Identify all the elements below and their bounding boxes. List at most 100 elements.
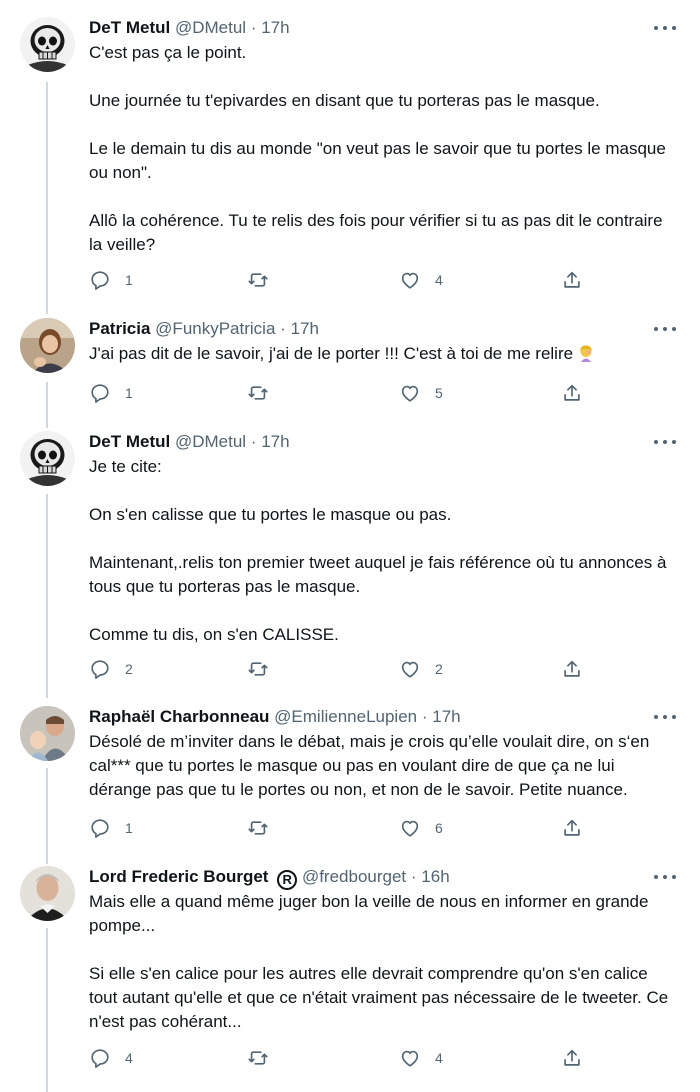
tweet-header: Patricia @FunkyPatricia · 17h [89, 318, 319, 340]
tweet-header: Lord Frederic Bourget R @fredbourget · 1… [89, 866, 450, 890]
author-name[interactable]: DeT Metul [89, 18, 170, 37]
share-button[interactable] [561, 381, 583, 405]
timestamp[interactable]: 17h [291, 319, 319, 338]
like-count: 2 [435, 661, 443, 677]
reply-count: 2 [125, 661, 133, 677]
reply-button[interactable]: 1 [89, 268, 133, 292]
tweet-paragraph: Une journée tu t'epivardes en disant que… [89, 91, 600, 110]
reply-button[interactable]: 1 [89, 381, 133, 405]
reply-count: 4 [125, 1050, 133, 1066]
share-button[interactable] [561, 657, 583, 681]
retweet-icon [248, 662, 268, 676]
tweet-text: C'est pas ça le point. Une journée tu t'… [89, 41, 679, 257]
timestamp[interactable]: 17h [261, 432, 289, 451]
retweet-icon [248, 821, 268, 835]
woman-facepalming-emoji [580, 345, 592, 362]
author-handle[interactable]: @fredbourget [302, 867, 406, 886]
separator-dot: · [250, 432, 257, 451]
reply-button[interactable]: 1 [89, 816, 133, 840]
tweet-text: Désolé de m’inviter dans le débat, mais … [89, 730, 679, 802]
retweet-icon [248, 273, 268, 287]
author-name[interactable]: Lord Frederic Bourget [89, 867, 268, 886]
author-handle[interactable]: @EmilienneLupien [274, 707, 417, 726]
author-name[interactable]: Raphaël Charbonneau [89, 707, 269, 726]
separator-dot: · [280, 319, 286, 338]
timestamp[interactable]: 17h [261, 18, 289, 37]
tweet-header: DeT Metul @DMetul · 17h [89, 431, 290, 453]
tweet-header: Raphaël Charbonneau @EmilienneLupien · 1… [89, 706, 461, 728]
share-button[interactable] [561, 268, 583, 292]
author-handle[interactable]: @DMetul [175, 18, 246, 37]
timestamp[interactable]: 16h [421, 867, 449, 886]
like-button[interactable]: 5 [399, 381, 443, 405]
like-count: 6 [435, 820, 443, 836]
retweet-button[interactable] [247, 381, 283, 405]
reply-icon [91, 384, 109, 403]
like-button[interactable]: 4 [399, 268, 443, 292]
reply-icon [91, 1049, 109, 1068]
tweet-paragraph: Comme tu dis, on s'en CALISSE. [89, 625, 339, 644]
share-icon [564, 819, 580, 836]
like-button[interactable]: 6 [399, 816, 443, 840]
heart-icon [401, 385, 419, 402]
tweet-text: Je te cite: On s'en calisse que tu porte… [89, 455, 679, 647]
skull-avatar[interactable] [20, 17, 75, 72]
reply-button[interactable]: 4 [89, 1046, 133, 1070]
tweet-paragraph: On s'en calisse que tu portes le masque … [89, 505, 452, 524]
separator-dot: · [410, 867, 417, 886]
retweet-button[interactable] [247, 816, 283, 840]
more-options-icon[interactable] [654, 710, 676, 724]
author-name[interactable]: Patricia [89, 319, 150, 338]
skull-avatar[interactable] [20, 431, 75, 486]
like-count: 5 [435, 385, 443, 401]
share-icon [564, 1049, 580, 1066]
tweet-paragraph-text: J'ai pas dit de le savoir, j'ai de le po… [89, 344, 574, 363]
retweet-button[interactable] [247, 268, 283, 292]
share-icon [564, 660, 580, 677]
author-handle[interactable]: @FunkyPatricia [155, 319, 275, 338]
tweet-text: Mais elle a quand même juger bon la veil… [89, 890, 679, 1034]
heart-icon [401, 1050, 419, 1067]
thread-line [46, 82, 48, 314]
author-handle[interactable]: @DMetul [175, 432, 246, 451]
tweet-paragraph: Allô la cohérence. Tu te relis des fois … [89, 211, 663, 254]
retweet-button[interactable] [247, 657, 283, 681]
share-icon [564, 271, 580, 288]
like-count: 4 [435, 272, 443, 288]
action-bar: 1 6 [89, 816, 589, 840]
more-options-icon[interactable] [654, 322, 676, 336]
separator-dot: · [421, 707, 428, 726]
separator-dot: · [250, 18, 257, 37]
tweet-paragraph: Mais elle a quand même juger bon la veil… [89, 892, 649, 935]
like-count: 4 [435, 1050, 443, 1066]
retweet-button[interactable] [247, 1046, 283, 1070]
tweet-paragraph: Désolé de m’inviter dans le débat, mais … [89, 732, 650, 799]
reply-icon [91, 271, 109, 290]
user-photo-avatar[interactable] [20, 706, 75, 761]
more-options-icon[interactable] [654, 435, 676, 449]
tweet-paragraph: Je te cite: [89, 457, 162, 476]
reply-button[interactable]: 2 [89, 657, 133, 681]
reply-count: 1 [125, 820, 133, 836]
share-button[interactable] [561, 816, 583, 840]
like-button[interactable]: 2 [399, 657, 443, 681]
retweet-icon [248, 1051, 268, 1065]
action-bar: 1 5 [89, 381, 589, 405]
thread-line [46, 768, 48, 864]
like-button[interactable]: 4 [399, 1046, 443, 1070]
share-icon [564, 384, 580, 401]
user-photo-avatar[interactable] [20, 318, 75, 373]
share-button[interactable] [561, 1046, 583, 1070]
thread-line [46, 382, 48, 428]
more-options-icon[interactable] [654, 21, 676, 35]
author-name[interactable]: DeT Metul [89, 432, 170, 451]
tweet-paragraph: C'est pas ça le point. [89, 43, 247, 62]
timestamp[interactable]: 17h [432, 707, 460, 726]
tweet-paragraph: J'ai pas dit de le savoir, j'ai de le po… [89, 342, 679, 366]
user-photo-avatar[interactable] [20, 866, 75, 921]
reply-count: 1 [125, 272, 133, 288]
heart-icon [401, 661, 419, 678]
registered-badge-icon: R [277, 870, 298, 890]
heart-icon [401, 820, 419, 837]
more-options-icon[interactable] [654, 870, 676, 884]
